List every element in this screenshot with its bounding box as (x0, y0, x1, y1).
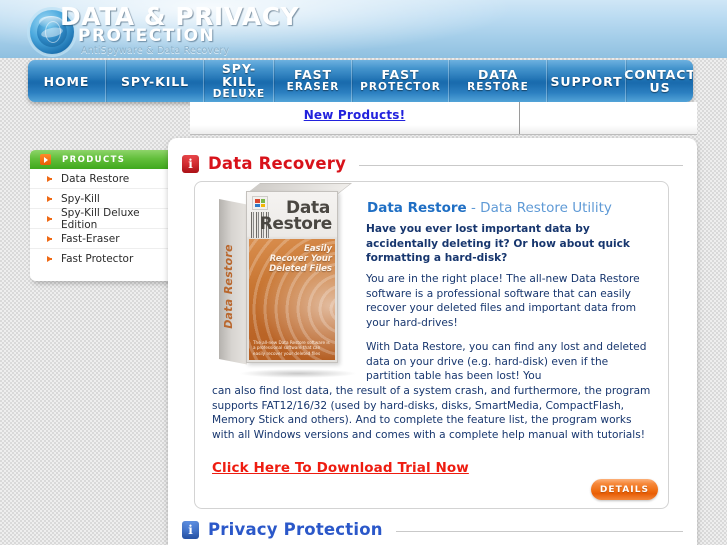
nav-item-fast-protector[interactable]: FAST PROTECTOR (352, 60, 449, 102)
sidebar-item-spy-kill-deluxe[interactable]: Spy-Kill Deluxe Edition (30, 206, 172, 231)
product-paragraph-3-full: can also find lost data, the result of a… (212, 385, 651, 441)
section-title: Data Recovery (208, 154, 347, 173)
product-lead-paragraph: Have you ever lost important data by acc… (366, 223, 630, 264)
section-privacy-protection: i Privacy Protection (168, 520, 697, 539)
nav-label: SUPPORT (550, 73, 623, 89)
heading-rule (359, 164, 683, 166)
product-card-data-restore: Data Restore Data Restore Easily Recover… (194, 181, 669, 509)
nav-item-home[interactable]: HOME (28, 60, 106, 102)
product-paragraph-3-inset: With Data Restore, you can find any lost… (366, 341, 647, 382)
info-icon: i (182, 520, 199, 539)
nav-label: HOME (43, 73, 90, 89)
arrow-bullet-icon (47, 175, 52, 182)
main-navigation: HOME SPY-KILL SPY-KILL DELUXE FAST ERASE… (28, 60, 693, 102)
box-tagline: Easily Recover Your Deleted Files (269, 244, 332, 274)
section-title: Privacy Protection (208, 520, 383, 539)
nav-sublabel: PROTECTOR (360, 81, 441, 93)
nav-item-contact-us[interactable]: CONTACT US (624, 60, 693, 102)
nav-item-spy-kill-deluxe[interactable]: SPY-KILL DELUXE (204, 60, 274, 102)
details-button[interactable]: DETAILS (591, 479, 658, 500)
heading-rule (395, 530, 683, 532)
box-tagline-line3: Deleted Files (269, 264, 332, 274)
product-title: Data Restore - Data Restore Utility (367, 200, 612, 216)
arrow-bullet-icon (47, 235, 52, 242)
download-trial-link[interactable]: Click Here To Download Trial Now (212, 460, 469, 476)
nav-label: SPY-KILL (120, 73, 190, 89)
box-blurb: The all-new Data Restore software is a p… (253, 339, 330, 356)
box-tagline-line2: Recover Your (269, 254, 332, 264)
orange-arrow-icon (40, 154, 51, 165)
nav-sublabel: RESTORE (467, 81, 529, 93)
nav-item-data-restore[interactable]: DATA RESTORE (449, 60, 547, 102)
sidebar-item-label: Spy-Kill Deluxe Edition (61, 206, 140, 231)
sidebar-item-label: Data Restore (61, 172, 130, 185)
main-content-panel: i Data Recovery Data Restore Data Restor… (168, 138, 697, 545)
site-tagline: AntiSpyware & Data Recovery (81, 45, 230, 56)
box-tagline-line1: Easily (304, 244, 332, 254)
windows-logo-icon (252, 196, 268, 210)
box-shadow (239, 369, 357, 378)
box-spine: Data Restore (219, 199, 247, 365)
nav-label: SPY-KILL (221, 60, 257, 89)
box-front-face: Data Restore Easily Recover Your Deleted… (246, 191, 338, 363)
new-products-link[interactable]: New Products! (190, 108, 519, 122)
sidebar-item-fast-protector[interactable]: Fast Protector (30, 249, 172, 269)
arrow-bullet-icon (47, 256, 52, 262)
sidebar-item-label: Spy-Kill (61, 192, 100, 205)
nav-item-spy-kill[interactable]: SPY-KILL (106, 60, 204, 102)
nav-label: FAST (381, 67, 420, 82)
sidebar-item-data-restore[interactable]: Data Restore (30, 169, 172, 189)
sidebar-item-label: Fast-Eraser (61, 232, 120, 245)
arrow-bullet-icon (47, 215, 52, 222)
info-icon: i (182, 154, 199, 173)
product-box-art: Data Restore Data Restore Easily Recover… (219, 183, 357, 378)
nav-label: DATA (478, 67, 518, 82)
nav-sublabel: DELUXE (212, 87, 266, 100)
product-paragraph-2: You are in the right place! The all-new … (366, 273, 640, 329)
sidebar-item-label: Fast Protector (61, 253, 134, 265)
sidebar-item-fast-eraser[interactable]: Fast-Eraser (30, 229, 172, 249)
box-spine-text: Data Restore (222, 242, 235, 331)
nav-item-fast-eraser[interactable]: FAST ERASER (274, 60, 352, 102)
section-heading-privacy-protection: i Privacy Protection (182, 520, 697, 539)
product-subtitle: - Data Restore Utility (466, 200, 612, 216)
sidebar-header: PRODUCTS (30, 150, 172, 169)
promo-strip-divider (519, 102, 520, 134)
site-header: DATA & PRIVACY PROTECTION AntiSpyware & … (0, 0, 727, 58)
nav-item-support[interactable]: SUPPORT (547, 60, 626, 102)
section-heading-data-recovery: i Data Recovery (182, 154, 697, 173)
products-sidebar: PRODUCTS Data Restore Spy-Kill Spy-Kill … (30, 150, 172, 281)
box-front-panel: Easily Recover Your Deleted Files The al… (249, 239, 335, 360)
nav-sublabel: ERASER (286, 81, 340, 93)
site-subtitle: PROTECTION (78, 26, 216, 46)
sidebar-header-label: PRODUCTS (62, 154, 126, 165)
nav-label: CONTACT US (624, 67, 693, 95)
arrow-bullet-icon (47, 195, 52, 202)
product-name: Data Restore (367, 200, 467, 216)
box-title-line2: Restore (259, 214, 333, 234)
nav-label: FAST (294, 67, 332, 82)
